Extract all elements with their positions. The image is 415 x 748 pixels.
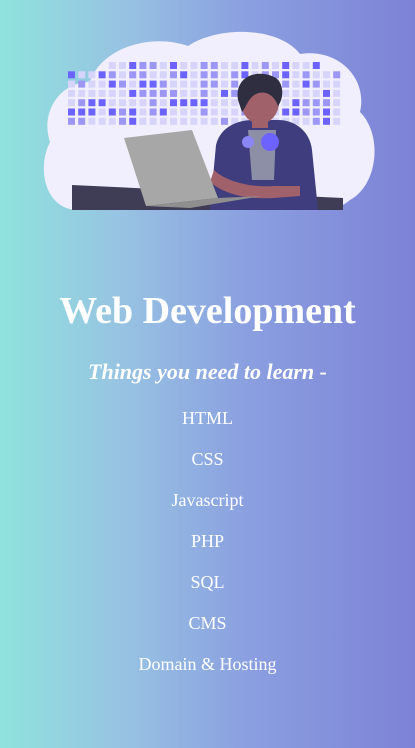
topic-item-javascript: Javascript	[171, 490, 244, 510]
page-subtitle: Things you need to learn -	[88, 359, 327, 384]
page-title: Web Development	[59, 290, 356, 332]
developer-illustration	[43, 31, 375, 210]
pixel-grid	[68, 62, 341, 125]
topic-item-domain-hosting: Domain & Hosting	[138, 654, 277, 674]
topic-item-cms: CMS	[188, 613, 227, 633]
topic-item-php: PHP	[190, 531, 225, 551]
hero-illustration	[38, 20, 378, 215]
headphones-ear	[242, 136, 254, 148]
topics-list: HTML CSS Javascript PHP SQL CMS Domain &…	[0, 405, 415, 692]
topic-item-html: HTML	[182, 408, 233, 428]
topic-item-sql: SQL	[190, 572, 225, 592]
headphones-icon	[261, 133, 279, 151]
topic-item-css: CSS	[191, 449, 224, 469]
